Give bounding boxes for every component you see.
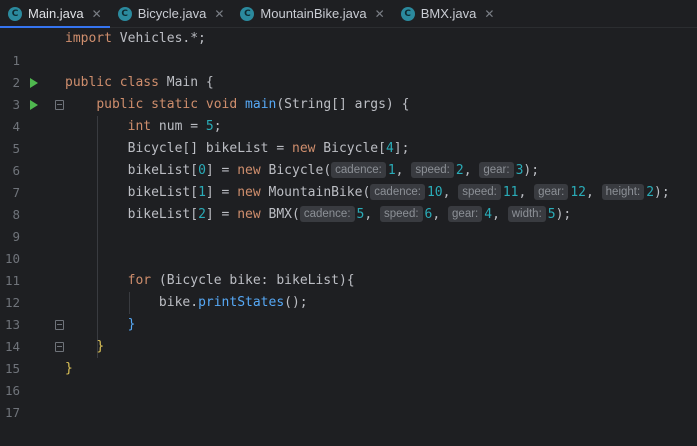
code-line: 13 bike.printStates(); (0, 292, 697, 332)
fold-icon[interactable] (55, 342, 64, 352)
parameter-hint: height: (601, 184, 645, 200)
parameter-hint: speed: (411, 162, 454, 178)
editor-tab-bar: C Main.java ✕ C Bicycle.java ✕ C Mountai… (0, 0, 697, 28)
parameter-hint: gear: (479, 162, 514, 178)
java-class-icon: C (240, 6, 255, 21)
run-icon[interactable] (30, 100, 38, 110)
tab-mountainbike-java[interactable]: C MountainBike.java ✕ (232, 0, 392, 27)
java-class-icon: C (8, 6, 22, 21)
parameter-hint: gear: (534, 184, 569, 200)
code-line: 7 bikeList[0] = new Bicycle(cadence: 1, s… (0, 160, 697, 200)
fold-icon[interactable] (55, 100, 64, 110)
close-icon[interactable]: ✕ (92, 7, 102, 21)
tab-label: Bicycle.java (137, 6, 207, 21)
parameter-hint: width: (507, 206, 546, 222)
java-class-icon: C (117, 6, 132, 21)
tab-bmx-java[interactable]: C BMX.java ✕ (393, 0, 503, 27)
tab-bicycle-java[interactable]: C Bicycle.java ✕ (110, 0, 233, 27)
code-line: 10 (0, 226, 697, 266)
code-line: 12 for (Bicycle bike: bikeList){ (0, 270, 697, 310)
parameter-hint: speed: (458, 184, 501, 200)
close-icon[interactable]: ✕ (375, 7, 385, 21)
code-line: 4 public static void main(String[] args)… (0, 94, 697, 134)
tab-label: Main.java (28, 6, 84, 21)
code-line: 14 } (0, 314, 697, 354)
parameter-hint: cadence: (370, 184, 425, 200)
run-icon[interactable] (30, 78, 38, 88)
code-line: 2 (0, 50, 697, 90)
code-line: 1 import Vehicles.*; (0, 28, 697, 68)
code-line: 11 (0, 248, 697, 288)
code-line: 9 bikeList[2] = new BMX(cadence: 5, speed… (0, 204, 697, 244)
java-class-icon: C (400, 6, 415, 21)
tab-label: BMX.java (420, 6, 477, 21)
parameter-hint: cadence: (299, 206, 355, 222)
code-line: 16 } (0, 358, 697, 398)
code-line: 15 } (0, 336, 697, 376)
line-number: 17 (4, 405, 20, 420)
code-line: 6 Bicycle[] bikeList = new Bicycle[4]; (0, 138, 697, 178)
fold-icon[interactable] (55, 320, 64, 330)
tab-main-java[interactable]: C Main.java ✕ (0, 0, 110, 28)
parameter-hint: gear: (448, 206, 483, 222)
code-line: 3 public class Main { (0, 72, 697, 112)
code-line: 8 bikeList[1] = new MountainBike(cadence… (0, 182, 697, 222)
parameter-hint: cadence: (331, 162, 386, 178)
code-line: 17 (0, 380, 697, 420)
code-editor[interactable]: 1 import Vehicles.*; 2 3 public class Ma… (0, 28, 697, 420)
close-icon[interactable]: ✕ (214, 7, 224, 21)
parameter-hint: speed: (380, 206, 423, 222)
close-icon[interactable]: ✕ (484, 7, 494, 21)
tab-label: MountainBike.java (260, 6, 367, 21)
code-line: 5 int num = 5; (0, 116, 697, 156)
